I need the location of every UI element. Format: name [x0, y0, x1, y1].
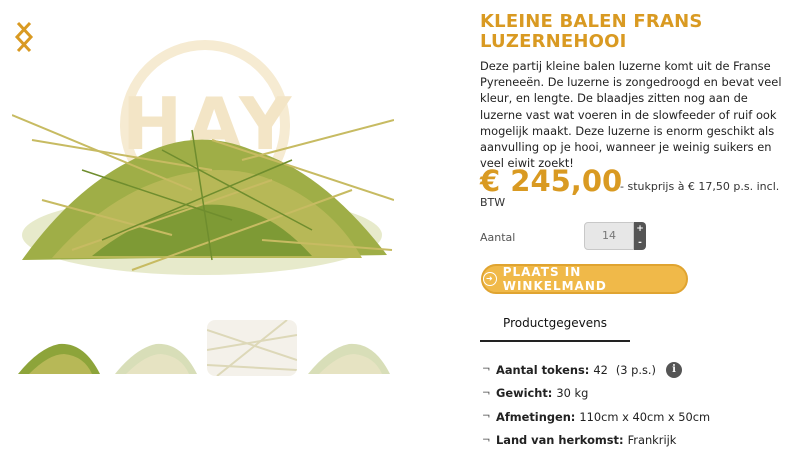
thumbnail-1[interactable] — [14, 320, 104, 376]
spec-value: Frankrijk — [627, 433, 677, 448]
add-to-cart-label: PLAATS IN WINKELMAND — [502, 265, 607, 293]
spec-value: 110cm x 40cm x 50cm — [579, 409, 711, 424]
spec-item-weight: ¬ Gewicht: 30 kg — [482, 382, 710, 406]
quantity-input[interactable]: 14 — [584, 222, 634, 250]
thumbnail-4[interactable] — [304, 320, 394, 376]
main-product-image: HAY — [12, 20, 394, 286]
spec-value: 30 kg — [556, 386, 589, 401]
quantity-decrease-button[interactable]: - — [634, 236, 646, 250]
quantity-label: Aantal — [480, 231, 516, 244]
spec-bullet: ¬ — [482, 411, 491, 423]
spec-bullet: ¬ — [482, 364, 491, 376]
hay-pile-illustration — [12, 114, 394, 275]
unit-price: - stukprijs à € 17,50 p.s. incl. — [620, 180, 780, 193]
quantity-increase-button[interactable]: + — [634, 222, 646, 236]
spec-bullet: ¬ — [482, 387, 491, 399]
spec-item-origin: ¬ Land van herkomst: Frankrijk — [482, 429, 710, 452]
spec-label: Gewicht: — [496, 386, 553, 401]
thumbnail-2[interactable] — [111, 320, 201, 376]
spec-label: Land van herkomst: — [496, 433, 624, 448]
tab-product-details[interactable]: Productgegevens — [480, 310, 630, 342]
spec-extra: (3 p.s.) — [615, 362, 656, 377]
thumbnail-strip — [14, 320, 396, 376]
spec-bullet: ¬ — [482, 434, 491, 446]
spec-label: Afmetingen: — [496, 409, 576, 424]
product-title: KLEINE BALEN FRANS LUZERNEHOOI — [480, 11, 703, 52]
spec-value: 42 — [593, 362, 608, 377]
vat-label: BTW — [480, 196, 506, 209]
spec-item-dimensions: ¬ Afmetingen: 110cm x 40cm x 50cm — [482, 405, 710, 429]
product-price: € 245,00 — [480, 164, 623, 198]
info-icon[interactable]: i — [666, 361, 682, 378]
chevron-right-icon[interactable] — [12, 20, 36, 54]
product-description: Deze partij kleine balen luzerne komt ui… — [480, 59, 782, 171]
arrow-circle-icon: ➜ — [483, 272, 497, 286]
add-to-cart-button[interactable]: ➜ PLAATS IN WINKELMAND — [481, 264, 688, 294]
spec-item-tokens: ¬ Aantal tokens: 42 (3 p.s.) i — [482, 358, 710, 382]
spec-label: Aantal tokens: — [496, 362, 590, 377]
thumbnail-3[interactable] — [207, 320, 297, 376]
product-specs-list: ¬ Aantal tokens: 42 (3 p.s.) i ¬ Gewicht… — [482, 358, 710, 452]
